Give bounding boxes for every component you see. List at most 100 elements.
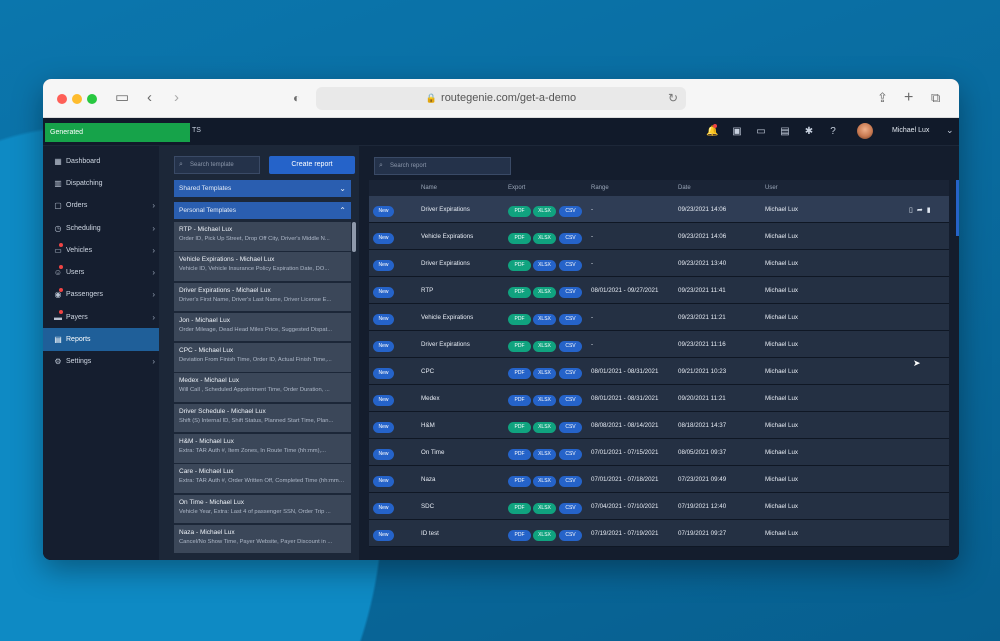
export-csv-button[interactable]: CSV [559, 206, 582, 217]
export-csv-button[interactable]: CSV [559, 395, 582, 406]
export-pdf-button[interactable]: PDF [508, 314, 531, 325]
help-icon[interactable]: ? [827, 126, 839, 138]
table-row[interactable]: New Naza PDF XLSX CSV 07/01/2021 - 07/18/2021… [369, 466, 949, 493]
export-pdf-button[interactable]: PDF [508, 233, 531, 244]
chevron-down-icon[interactable]: ⌄ [946, 125, 954, 136]
table-row[interactable]: New H&M PDF XLSX CSV 08/08/2021 - 08/14/2021 0… [369, 412, 949, 439]
template-item[interactable]: RTP - Michael Lux Order ID, Pick Up Stree… [174, 222, 351, 251]
address-bar[interactable]: 🔒 routegenie.com/get-a-demo ↻ [316, 87, 686, 110]
export-pdf-button[interactable]: PDF [508, 206, 531, 217]
sidebar-item-users[interactable]: ☺ Users › [43, 261, 159, 283]
template-item[interactable]: Driver Schedule - Michael Lux Shift (S) I… [174, 403, 351, 433]
sidebar-toggle-icon[interactable]: ▭ [115, 89, 129, 107]
trash-icon[interactable]: ▮ [927, 207, 935, 214]
export-csv-button[interactable]: CSV [559, 368, 582, 379]
forward-icon[interactable]: › [174, 89, 179, 107]
reload-icon[interactable]: ↻ [668, 87, 678, 110]
back-icon[interactable]: ‹ [147, 89, 152, 107]
export-csv-button[interactable]: CSV [559, 449, 582, 460]
user-name[interactable]: Michael Lux [892, 127, 929, 134]
export-csv-button[interactable]: CSV [559, 287, 582, 298]
export-xlsx-button[interactable]: XLSX [533, 476, 556, 487]
sidebar-item-dashboard[interactable]: ▦ Dashboard [43, 150, 159, 172]
sidebar-item-orders[interactable]: ▢ Orders › [43, 195, 159, 217]
column-header-export[interactable]: Export [508, 185, 525, 191]
column-header-range[interactable]: Range [591, 185, 609, 191]
share-icon[interactable]: ⇪ [877, 89, 888, 107]
export-xlsx-button[interactable]: XLSX [533, 341, 556, 352]
row-actions[interactable]: ▯➦▮ [909, 206, 935, 214]
create-report-button[interactable]: Create report [269, 156, 355, 174]
export-csv-button[interactable]: CSV [559, 314, 582, 325]
tab-overview-icon[interactable]: ⧉ [931, 89, 940, 107]
export-xlsx-button[interactable]: XLSX [533, 368, 556, 379]
table-row[interactable]: New SDC PDF XLSX CSV 07/04/2021 - 07/10/2021 0… [369, 493, 949, 520]
export-pdf-button[interactable]: PDF [508, 449, 531, 460]
template-item[interactable]: CPC - Michael Lux Deviation From Finish T… [174, 343, 351, 372]
export-csv-button[interactable]: CSV [559, 260, 582, 271]
template-scrollbar[interactable] [352, 222, 356, 252]
template-item[interactable]: H&M - Michael Lux Extra: TAR Auth #, Item… [174, 434, 351, 463]
export-pdf-button[interactable]: PDF [508, 530, 531, 541]
export-xlsx-button[interactable]: XLSX [533, 233, 556, 244]
search-report-input[interactable]: ⌕ Search report [374, 157, 511, 175]
sidebar-item-settings[interactable]: ⚙ Settings › [43, 351, 159, 373]
table-row[interactable]: New Vehicle Expirations PDF XLSX CSV - 09/23/2… [369, 223, 949, 250]
export-pdf-button[interactable]: PDF [508, 395, 531, 406]
export-pdf-button[interactable]: PDF [508, 503, 531, 514]
file-icon[interactable]: ▯ [909, 207, 917, 214]
table-row[interactable]: New Medex PDF XLSX CSV 08/01/2021 - 08/31/202… [369, 385, 949, 412]
table-row[interactable]: New Driver Expirations PDF XLSX CSV - 09/23/20… [369, 250, 949, 277]
export-csv-button[interactable]: CSV [559, 530, 582, 541]
export-xlsx-button[interactable]: XLSX [533, 449, 556, 460]
export-xlsx-button[interactable]: XLSX [533, 206, 556, 217]
template-item[interactable]: Jon - Michael Lux Order Mileage, Dead Hea… [174, 312, 351, 342]
export-csv-button[interactable]: CSV [559, 341, 582, 352]
export-pdf-button[interactable]: PDF [508, 368, 531, 379]
export-pdf-button[interactable]: PDF [508, 341, 531, 352]
table-row[interactable]: New Vehicle Expirations PDF XLSX CSV - 09/23/2… [369, 304, 949, 331]
avatar[interactable] [857, 123, 873, 139]
export-pdf-button[interactable]: PDF [508, 287, 531, 298]
export-csv-button[interactable]: CSV [559, 503, 582, 514]
table-row[interactable]: New Driver Expirations PDF XLSX CSV - 09/23/20… [369, 331, 949, 358]
template-item[interactable]: Driver Expirations - Michael Lux Driver's… [174, 282, 351, 312]
export-xlsx-button[interactable]: XLSX [533, 287, 556, 298]
export-pdf-button[interactable]: PDF [508, 260, 531, 271]
minimize-window-button[interactable] [72, 94, 82, 104]
shared-templates-toggle[interactable]: Shared Templates ⌄ [174, 180, 351, 197]
template-item[interactable]: Vehicle Expirations - Michael Lux Vehicle… [174, 252, 351, 281]
sidebar-item-vehicles[interactable]: ▭ Vehicles › [43, 239, 159, 261]
sidebar-item-reports[interactable]: ▤ Reports [43, 328, 159, 351]
inbox-icon[interactable]: ▣ [731, 126, 743, 138]
export-xlsx-button[interactable]: XLSX [533, 530, 556, 541]
close-window-button[interactable] [57, 94, 67, 104]
export-csv-button[interactable]: CSV [559, 476, 582, 487]
table-row[interactable]: New CPC PDF XLSX CSV 08/01/2021 - 08/31/2021 0… [369, 358, 949, 385]
table-row[interactable]: New On Time PDF XLSX CSV 07/01/2021 - 07/15/2… [369, 439, 949, 466]
maximize-window-button[interactable] [87, 94, 97, 104]
template-item[interactable]: On Time - Michael Lux Vehicle Year, Extra… [174, 494, 351, 524]
sidebar-item-scheduling[interactable]: ◷ Scheduling › [43, 217, 159, 239]
chat-icon[interactable]: ▤ [779, 126, 791, 138]
export-pdf-button[interactable]: PDF [508, 476, 531, 487]
template-item[interactable]: Care - Michael Lux Extra: TAR Auth #, Ord… [174, 464, 351, 493]
export-pdf-button[interactable]: PDF [508, 422, 531, 433]
export-xlsx-button[interactable]: XLSX [533, 260, 556, 271]
sidebar-item-dispatching[interactable]: ▥ Dispatching [43, 172, 159, 194]
table-row[interactable]: New ID test PDF XLSX CSV 07/19/2021 - 07/19/2… [369, 520, 949, 547]
privacy-shield-icon[interactable]: ◐ [293, 89, 300, 107]
personal-templates-toggle[interactable]: Personal Templates ⌃ [174, 202, 351, 219]
export-csv-button[interactable]: CSV [559, 422, 582, 433]
export-xlsx-button[interactable]: XLSX [533, 395, 556, 406]
bell-icon[interactable]: 🔔 [706, 126, 718, 138]
new-tab-icon[interactable]: + [904, 89, 913, 107]
search-template-input[interactable]: ⌕ Search template [174, 156, 260, 174]
column-header-name[interactable]: Name [421, 185, 437, 191]
table-row[interactable]: New Driver Expirations PDF XLSX CSV - 09/23/20… [369, 196, 949, 223]
column-header-date[interactable]: Date [678, 185, 691, 191]
template-item[interactable]: Medex - Michael Lux Will Call , Scheduled… [174, 373, 351, 402]
template-item[interactable]: Naza - Michael Lux Cancel/No Show Time, P… [174, 524, 351, 554]
sidebar-item-passengers[interactable]: ◉ Passengers › [43, 284, 159, 306]
export-xlsx-button[interactable]: XLSX [533, 503, 556, 514]
